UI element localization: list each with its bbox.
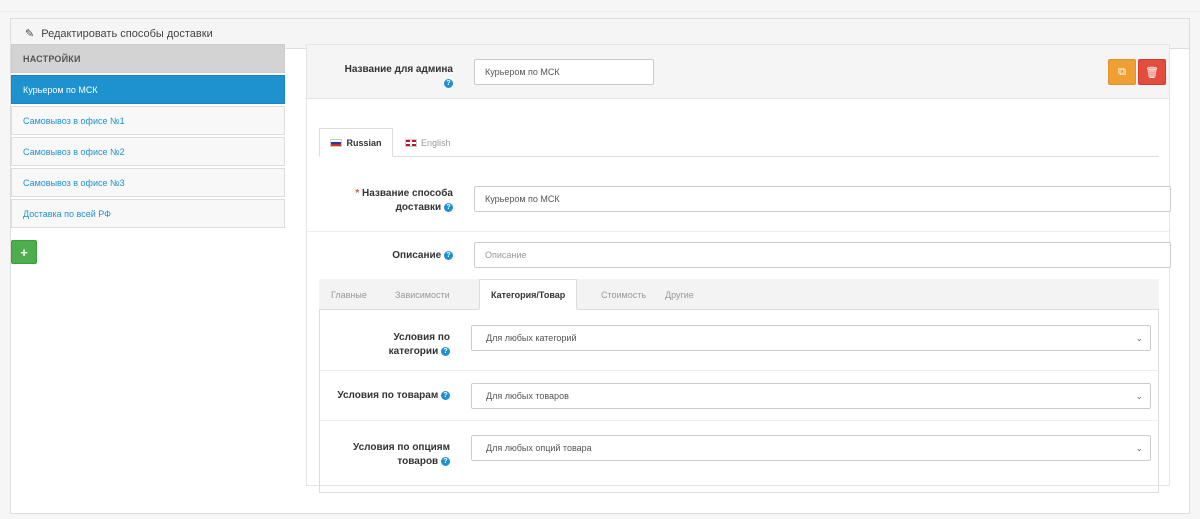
shipping-method-form: Название для админа ? Курьером по МСК ⧉ … [306,44,1171,493]
options-condition-label: Условия по опциям товаров ? [353,442,450,467]
sidebar-item-courier-msk[interactable]: Курьером по МСК [11,75,285,104]
russian-flag-icon [330,138,343,147]
help-icon: ? [444,78,453,88]
english-flag-icon [405,138,417,147]
tab-russian[interactable]: Russian [319,128,393,157]
copy-icon: ⧉ [1118,65,1126,78]
sidebar-item-pickup-office-1[interactable]: Самовывоз в офисе №1 [11,106,285,135]
help-icon: ? [444,202,453,212]
sidebar-item-delivery-rf[interactable]: Доставка по всей РФ [11,199,285,228]
language-tabs: Russian English [319,128,1159,157]
category-condition-label: Условия по категории ? [388,332,450,357]
options-condition-row: Условия по опциям товаров ? Для любых оп… [320,421,1158,481]
admin-name-label: Название для админа ? [344,64,453,88]
method-name-label: * Название способа доставки ? [355,188,453,213]
sidebar-item-pickup-office-3[interactable]: Самовывоз в офисе №3 [11,168,285,197]
pencil-icon: ✎ [25,28,35,40]
chevron-down-icon: ⌄ [1135,391,1143,401]
options-condition-select[interactable]: Для любых опций товара ⌄ [471,435,1151,461]
products-condition-row: Условия по товарам ? Для любых товаров ⌄ [320,371,1158,421]
settings-tabs: Главные Зависимости Категория/Товар Стои… [319,279,1159,310]
tab-dependencies[interactable]: Зависимости [395,279,450,310]
help-icon: ? [444,250,453,260]
products-condition-select[interactable]: Для любых товаров ⌄ [471,383,1151,409]
method-name-input[interactable]: Курьером по МСК [474,186,1171,212]
method-name-row: * Название способа доставки ? Курьером п… [307,170,1171,232]
category-condition-row: Условия по категории ? Для любых категор… [320,310,1158,371]
category-condition-select[interactable]: Для любых категорий ⌄ [471,325,1151,351]
tab-cost[interactable]: Стоимость [601,279,646,310]
trash-icon: 🗑 [1145,66,1159,79]
tab-category-product[interactable]: Категория/Товар [479,279,578,310]
tab-english[interactable]: English [405,128,451,157]
tab-other[interactable]: Другие [665,279,694,310]
description-label: Описание ? [327,249,453,263]
delete-button[interactable]: 🗑 [1138,59,1166,85]
panel-title: Редактировать способы доставки [41,27,213,40]
products-condition-label: Условия по товарам ? [330,389,450,403]
help-icon: ? [441,390,450,400]
description-row: Описание ? Описание [307,232,1171,279]
copy-button[interactable]: ⧉ [1108,59,1136,85]
description-input[interactable]: Описание [474,242,1171,268]
add-shipping-method-button[interactable]: + [11,240,37,264]
help-icon: ? [441,346,450,356]
category-product-panel: Условия по категории ? Для любых категор… [319,310,1159,493]
chevron-down-icon: ⌄ [1135,333,1143,343]
top-bar [0,0,1200,12]
sidebar-item-pickup-office-2[interactable]: Самовывоз в офисе №2 [11,137,285,166]
sidebar-header: НАСТРОЙКИ [11,44,285,73]
chevron-down-icon: ⌄ [1135,443,1143,453]
admin-name-row: Название для админа ? Курьером по МСК ⧉ … [307,45,1169,99]
admin-name-input[interactable]: Курьером по МСК [474,59,654,85]
help-icon: ? [441,456,450,466]
shipping-methods-sidebar: НАСТРОЙКИ Курьером по МСК Самовывоз в оф… [11,44,285,264]
tab-main[interactable]: Главные [331,279,367,310]
